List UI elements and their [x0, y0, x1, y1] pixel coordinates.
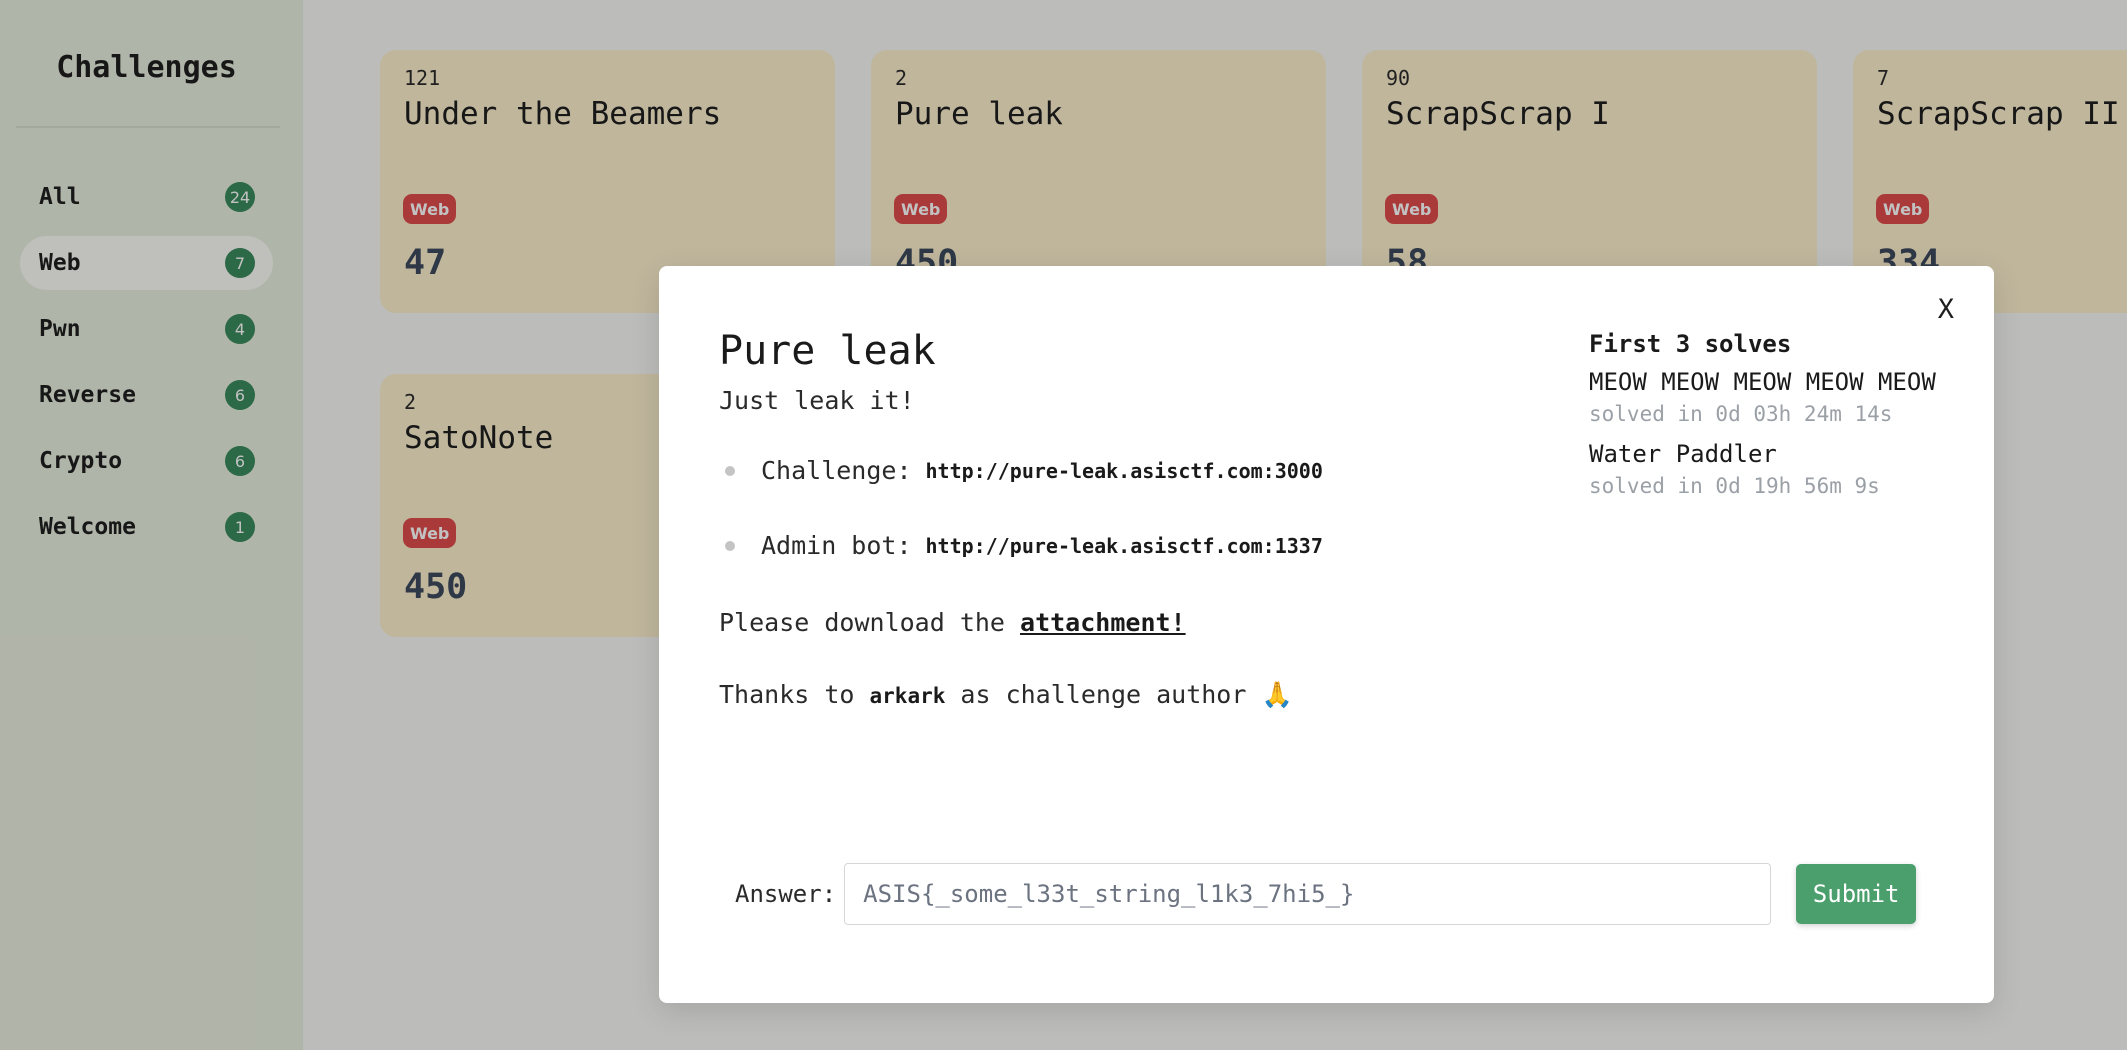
solve-time: solved in 0d 19h 56m 9s: [1589, 474, 1880, 498]
author-name: arkark: [869, 684, 946, 708]
answer-form: Answer: Submit: [735, 863, 1917, 925]
submit-button[interactable]: Submit: [1796, 864, 1917, 924]
link-label: Challenge:: [761, 456, 912, 485]
attachment-link[interactable]: attachment!: [1020, 608, 1186, 637]
solve-time: solved in 0d 03h 24m 14s: [1589, 402, 1893, 426]
modal-title: Pure leak: [719, 328, 936, 374]
challenge-url-link[interactable]: http://pure-leak.asisctf.com:3000: [926, 459, 1323, 483]
close-button[interactable]: X: [1938, 294, 1954, 325]
thanks-suffix: as challenge author 🙏: [945, 680, 1293, 709]
bullet-icon: [725, 540, 735, 551]
flag-input[interactable]: [844, 863, 1772, 925]
thanks-prefix: Thanks to: [719, 680, 870, 709]
bullet-icon: [725, 465, 735, 476]
challenge-modal: X Pure leak Just leak it! Challenge: htt…: [659, 266, 1994, 1003]
link-label: Admin bot:: [761, 531, 912, 560]
solver-name: MEOW MEOW MEOW MEOW MEOW: [1589, 368, 1936, 396]
first-solves-heading: First 3 solves: [1589, 330, 1792, 358]
answer-label: Answer:: [735, 880, 837, 908]
admin-bot-link-row: Admin bot: http://pure-leak.asisctf.com:…: [719, 531, 1323, 560]
first-solves-panel: First 3 solves MEOW MEOW MEOW MEOW MEOW …: [1589, 330, 1949, 498]
download-line: Please download the attachment!: [719, 608, 1186, 637]
admin-bot-url-link[interactable]: http://pure-leak.asisctf.com:1337: [926, 534, 1323, 558]
author-credit: Thanks to arkark as challenge author 🙏: [719, 680, 1293, 710]
challenge-link-row: Challenge: http://pure-leak.asisctf.com:…: [719, 456, 1323, 485]
download-prefix: Please download the: [719, 608, 1021, 637]
solver-name: Water Paddler: [1589, 440, 1777, 468]
modal-subtitle: Just leak it!: [719, 386, 915, 415]
